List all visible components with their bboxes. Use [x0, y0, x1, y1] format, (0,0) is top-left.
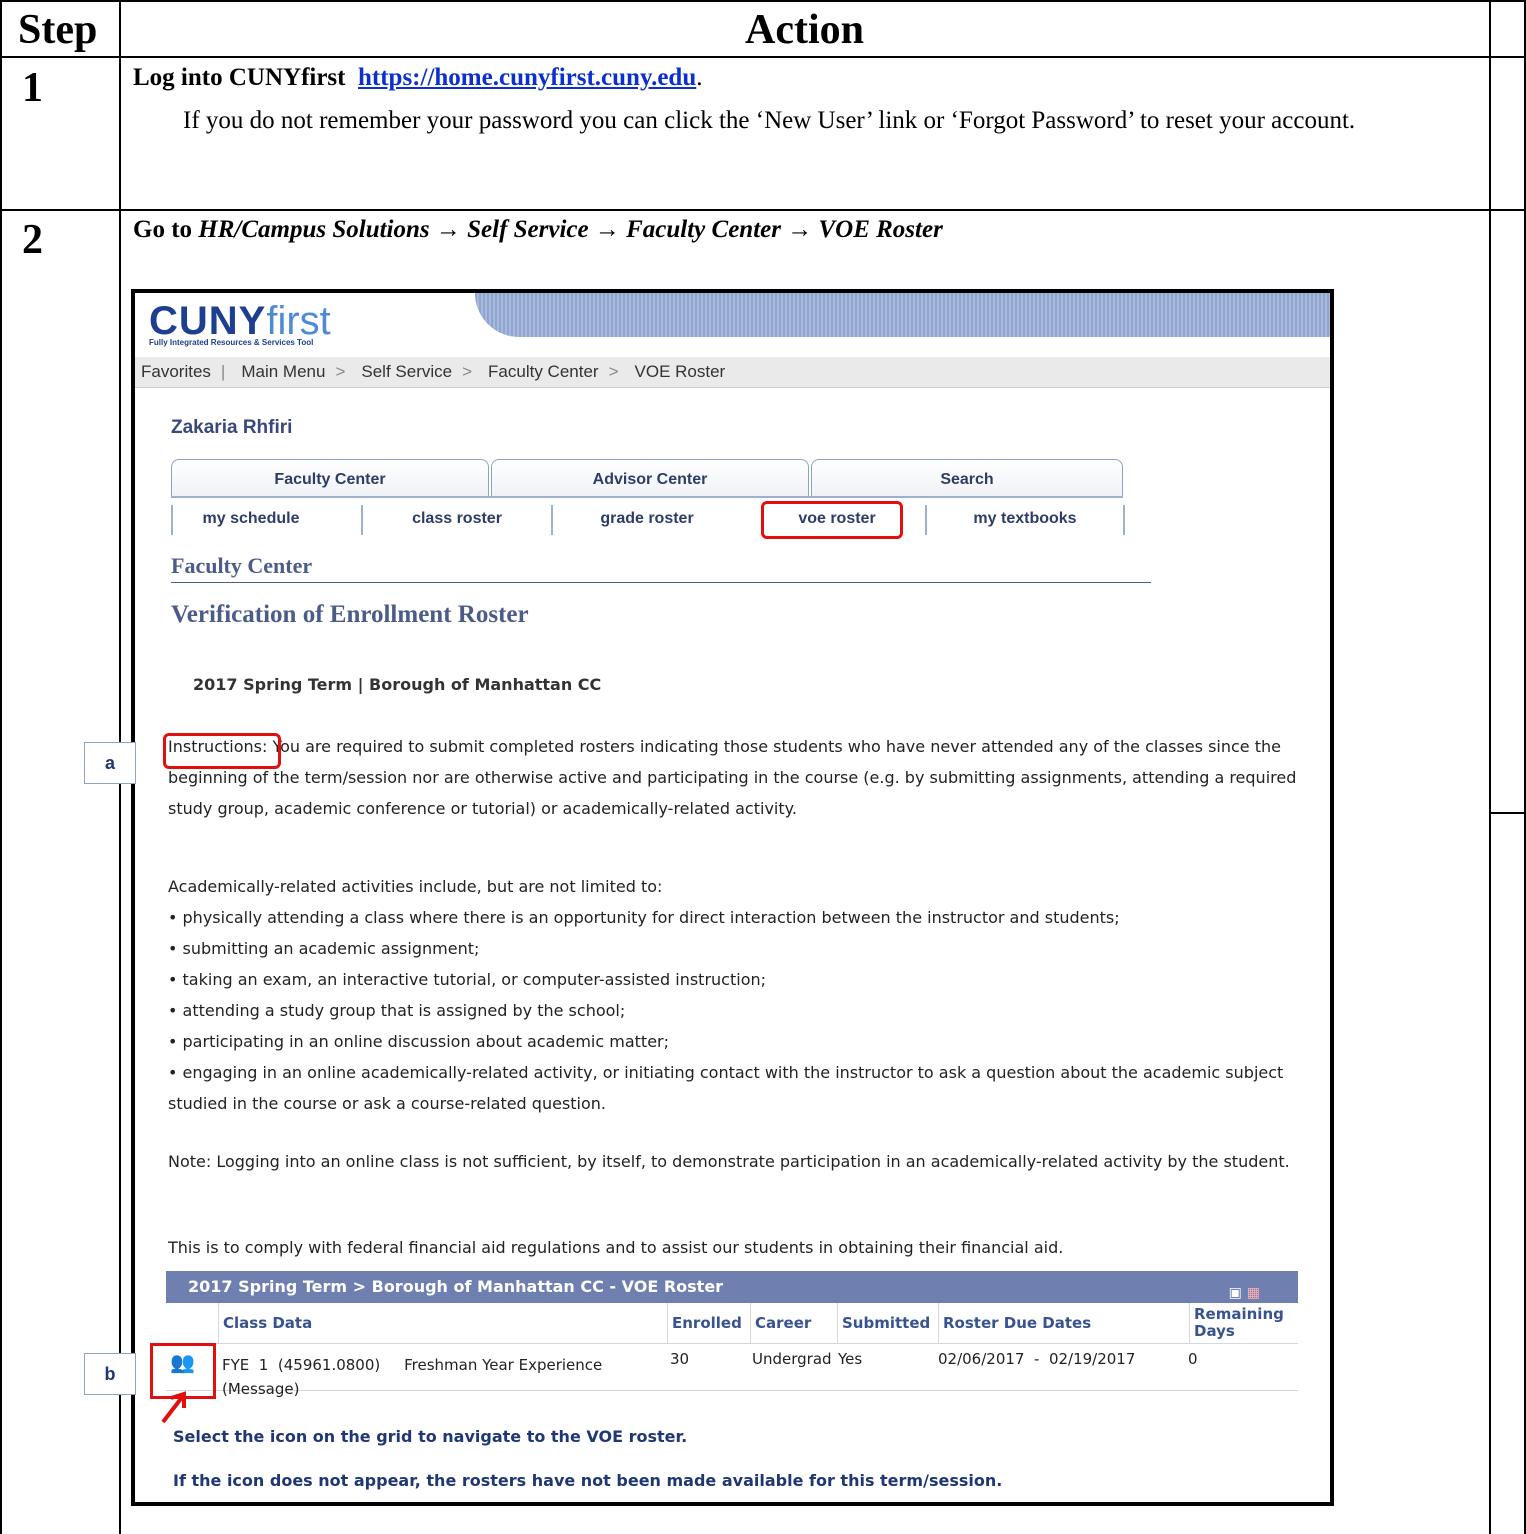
activities-block: Academically-related activities include,… — [168, 871, 1318, 1119]
person-name: Zakaria Rhfiri — [171, 417, 293, 438]
step-1-period: . — [696, 64, 703, 91]
subtab-class-roster[interactable]: class roster — [361, 505, 551, 535]
class-data-value: FYE 1 (45961.0800) Freshman Year Experie… — [222, 1356, 603, 1374]
table-left-border — [0, 0, 2, 1534]
step-1-lead: Log into CUNYfirst — [133, 64, 346, 91]
activity-item: • attending a study group that is assign… — [168, 1001, 626, 1020]
logo-first: first — [266, 299, 331, 343]
document-table: Step Action 1 Log into CUNYfirst https:/… — [0, 0, 1526, 1534]
subtab-my-textbooks[interactable]: my textbooks — [925, 505, 1125, 535]
enrolled-cell: 30 — [670, 1350, 690, 1368]
step-1-instruction: Log into CUNYfirst https://home.cunyfirs… — [133, 64, 702, 92]
submitted-cell: Yes — [838, 1350, 863, 1368]
tab-search[interactable]: Search — [811, 459, 1123, 496]
grid-header-career[interactable]: Career — [750, 1303, 837, 1343]
career-cell: Undergrad — [752, 1350, 832, 1368]
callout-a: a — [84, 742, 136, 784]
header-banner — [475, 293, 1330, 337]
nav-chevron: > — [335, 362, 346, 381]
zoom-icon[interactable]: ▣ — [1229, 1285, 1242, 1301]
activity-item: • physically attending a class where the… — [168, 908, 1120, 927]
step-2-path: HR/Campus Solutions → Self Service → Fac… — [198, 216, 943, 243]
instructions-highlight — [163, 733, 281, 769]
grid-header-class-data[interactable]: Class Data — [218, 1303, 667, 1343]
nav-separator-pipe: | — [220, 362, 226, 381]
subtab-my-schedule[interactable]: my schedule — [171, 505, 329, 535]
logo-tagline: Fully Integrated Resources & Services To… — [149, 338, 314, 347]
nav-main-menu[interactable]: Main Menu — [241, 362, 325, 382]
header-row-border — [0, 56, 1526, 58]
class-message-link[interactable]: (Message) — [218, 1374, 662, 1398]
note-text: Note: Logging into an online class is no… — [168, 1152, 1290, 1171]
grid-header-icon-cell — [166, 1303, 218, 1343]
tab-faculty-center[interactable]: Faculty Center — [171, 459, 489, 496]
nav-self-service[interactable]: Self Service — [361, 362, 452, 382]
step-2-instruction: Go to HR/Campus Solutions → Self Service… — [133, 216, 943, 244]
table-top-border — [0, 0, 1526, 2]
nav-faculty-center[interactable]: Faculty Center — [488, 362, 599, 382]
hint-no-icon: If the icon does not appear, the rosters… — [173, 1471, 1003, 1490]
nav-chevron: > — [608, 362, 619, 381]
tab-strip-line — [171, 496, 1123, 498]
action-column-header: Action — [745, 7, 864, 53]
step-1-detail: If you do not remember your password you… — [183, 107, 1356, 134]
nav-favorites[interactable]: Favorites — [141, 362, 211, 382]
grid-header-enrolled[interactable]: Enrolled — [667, 1303, 750, 1343]
grid-header-submitted[interactable]: Submitted — [837, 1303, 938, 1343]
voe-roster-grid: 2017 Spring Term > Borough of Manhattan … — [150, 1271, 1298, 1399]
grid-title: 2017 Spring Term > Borough of Manhattan … — [188, 1277, 724, 1296]
activities-intro: Academically-related activities include,… — [168, 877, 663, 896]
grid-header-remaining[interactable]: Remaining Days — [1189, 1303, 1284, 1343]
step-2-lead: Go to — [133, 216, 193, 243]
activity-item: • submitting an academic assignment; — [168, 939, 480, 958]
page-title: Verification of Enrollment Roster — [171, 601, 529, 628]
grid-title-bar: 2017 Spring Term > Borough of Manhattan … — [166, 1271, 1298, 1303]
section-title: Faculty Center — [171, 553, 313, 578]
activity-item: • engaging in an online academically-rel… — [168, 1063, 1284, 1113]
term-line: 2017 Spring Term | Borough of Manhattan … — [193, 675, 602, 694]
tab-advisor-center[interactable]: Advisor Center — [491, 459, 809, 496]
step-2-number: 2 — [22, 217, 43, 263]
grid-toolbar: ▣ ▦ — [1229, 1277, 1260, 1309]
activity-item: • participating in an online discussion … — [168, 1032, 670, 1051]
red-arrow-icon — [161, 1391, 186, 1424]
cunyfirst-screenshot: CUNYfirst Fully Integrated Resources & S… — [131, 289, 1334, 1506]
remaining-cell: 0 — [1188, 1350, 1198, 1368]
table-row: 👥 FYE 1 (45961.0800) Freshman Year Exper… — [166, 1344, 1298, 1398]
cunyfirst-link[interactable]: https://home.cunyfirst.cuny.edu — [358, 64, 696, 91]
hint-select-icon: Select the icon on the grid to navigate … — [173, 1427, 688, 1446]
grid-header-due-dates[interactable]: Roster Due Dates — [938, 1303, 1189, 1343]
step1-row-border — [0, 209, 1526, 211]
right-cell-border — [1489, 812, 1526, 814]
nav-voe-roster[interactable]: VOE Roster — [635, 362, 726, 382]
callout-b: b — [84, 1353, 136, 1395]
breadcrumb-nav: Favorites | Main Menu > Self Service > F… — [135, 357, 1330, 388]
logo-cuny: CUNY — [149, 299, 267, 343]
grid-header-row: Class Data Enrolled Career Submitted Ros… — [166, 1303, 1298, 1344]
section-rule — [171, 582, 1151, 583]
app-header: CUNYfirst Fully Integrated Resources & S… — [135, 293, 1330, 351]
nav-chevron: > — [462, 362, 473, 381]
class-data-cell: FYE 1 (45961.0800) Freshman Year Experie… — [214, 1344, 666, 1398]
subtab-grade-roster[interactable]: grade roster — [551, 505, 741, 535]
step-1-number: 1 — [22, 65, 43, 111]
due-dates-cell: 02/06/2017 - 02/19/2017 — [938, 1350, 1136, 1368]
step-column-header: Step — [18, 7, 98, 53]
instructions-text: : You are required to submit completed r… — [168, 737, 1297, 818]
table-right-inner-border — [1489, 0, 1491, 1534]
instructions-paragraph: Instructions: You are required to submit… — [168, 731, 1318, 824]
voe-roster-highlight — [761, 501, 903, 539]
comply-text: This is to comply with federal financial… — [168, 1238, 1064, 1257]
activity-item: • taking an exam, an interactive tutoria… — [168, 970, 767, 989]
cunyfirst-logo[interactable]: CUNYfirst Fully Integrated Resources & S… — [149, 299, 331, 347]
download-icon[interactable]: ▦ — [1247, 1285, 1260, 1301]
